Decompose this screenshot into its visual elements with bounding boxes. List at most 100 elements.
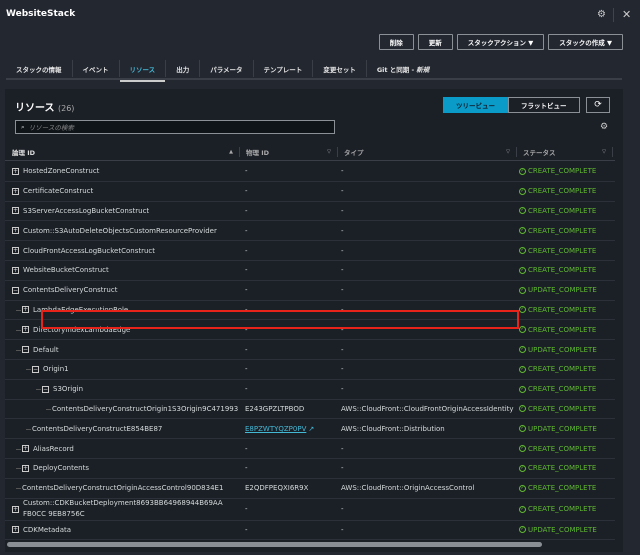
create-stack-dropdown[interactable]: スタックの作成 ▼: [548, 34, 623, 50]
update-button[interactable]: 更新: [417, 34, 453, 50]
resource-type: -: [341, 525, 344, 534]
tab-resources[interactable]: リソース: [119, 60, 167, 82]
delete-button[interactable]: 削除: [378, 34, 414, 50]
logical-id-cell: + HostedZoneConstruct: [5, 162, 240, 181]
column-status[interactable]: ステータス ▽: [517, 147, 613, 157]
tab-stack-info[interactable]: スタックの情報: [6, 60, 73, 77]
physical-id-link[interactable]: E8PZWTYQZP0PV: [245, 425, 306, 433]
type-cell: -: [338, 281, 517, 300]
table-row[interactable]: ContentsDeliveryConstructE854BE87 E8PZWTY…: [5, 419, 615, 440]
logical-id: S3Origin: [53, 385, 84, 394]
status-badge: CREATE_COMPLETE: [528, 444, 597, 453]
tree-view-button[interactable]: ツリービュー: [443, 97, 508, 113]
tab-parameters[interactable]: パラメータ: [200, 60, 254, 77]
physical-id: -: [245, 266, 248, 275]
column-physical-id[interactable]: 物理 ID ▽: [240, 147, 338, 157]
resource-type: -: [341, 167, 344, 176]
search-input[interactable]: ⌕ リソースの検索: [15, 120, 335, 134]
expand-icon[interactable]: +: [12, 266, 19, 274]
resource-type: -: [341, 464, 344, 473]
expand-icon[interactable]: +: [12, 505, 19, 513]
physical-id-cell: -: [240, 162, 338, 181]
status-badge: CREATE_COMPLETE: [528, 167, 597, 176]
table-row[interactable]: + WebsiteBucketConstruct - - ✓ CREATE_COMPLET…: [5, 261, 615, 281]
resource-type: -: [341, 365, 344, 374]
logical-id: ContentsDeliveryConstructOrigin1S3Origin…: [52, 404, 239, 413]
column-logical-id[interactable]: 論理 ID ▲: [5, 147, 240, 157]
physical-id-cell: -: [240, 281, 338, 300]
collapse-icon[interactable]: −: [42, 385, 49, 393]
expand-icon[interactable]: +: [22, 326, 29, 334]
expand-icon[interactable]: +: [12, 247, 19, 255]
logical-id-cell: ContentsDeliveryConstructOriginAccessCon…: [5, 479, 240, 498]
collapse-icon[interactable]: −: [12, 286, 19, 294]
external-link-icon[interactable]: ↗: [308, 425, 314, 433]
table-row[interactable]: − Origin1- - ✓ CREATE_COMPLETE: [5, 360, 615, 380]
table-row[interactable]: + S3ServerAccessLogBucketConstruct - - ✓ CREA…: [5, 202, 615, 222]
physical-id-cell: -: [240, 380, 338, 399]
table-row[interactable]: + HostedZoneConstruct - - ✓ CREATE_COMPLETE: [5, 162, 615, 182]
table-row[interactable]: + CDKMetadata - - ✓ UPDATE_COMPLETE: [5, 521, 615, 541]
table-row[interactable]: − ContentsDeliveryConstruct - - ✓ UPDATE_COMP…: [5, 281, 615, 301]
preferences-gear-icon[interactable]: ⚙: [600, 122, 608, 132]
table-row[interactable]: + CloudFrontAccessLogBucketConstruct - - ✓ CR…: [5, 241, 615, 261]
table-row[interactable]: − Default - - ✓ UPDATE_COMPLETE: [5, 340, 615, 360]
status-badge: UPDATE_COMPLETE: [528, 424, 597, 433]
type-cell: -: [338, 340, 517, 359]
type-cell: -: [338, 261, 517, 280]
status-cell: ✓ UPDATE_COMPLETE: [517, 340, 613, 359]
physical-id: -: [245, 226, 248, 235]
tab-template[interactable]: テンプレート: [254, 60, 314, 77]
column-type[interactable]: タイプ ▽: [338, 147, 517, 157]
check-circle-icon: ✓: [519, 207, 526, 215]
table-row[interactable]: − S3Origin - - ✓ CREATE_COMPLETE: [5, 380, 615, 400]
table-row[interactable]: + CertificateConstruct - - ✓ CREATE_COMPLETE: [5, 182, 615, 202]
logical-id-cell: − Default: [5, 340, 240, 359]
resource-count: (26): [57, 104, 75, 113]
tab-events[interactable]: イベント: [73, 60, 120, 77]
expand-icon[interactable]: +: [22, 445, 29, 453]
table-row[interactable]: + Custom::S3AutoDeleteObjectsCustomResour…: [5, 221, 615, 242]
stack-actions-dropdown[interactable]: スタックアクション ▼: [456, 34, 545, 50]
horizontal-scrollbar[interactable]: [7, 542, 542, 547]
check-circle-icon: ✓: [519, 445, 526, 453]
table-row[interactable]: + AliasRecord - - ✓ CREATE_COMPLETE: [5, 439, 615, 459]
expand-icon[interactable]: +: [12, 167, 19, 175]
flat-view-button[interactable]: フラットビュー: [508, 97, 580, 113]
expand-icon[interactable]: +: [12, 187, 19, 195]
physical-id: -: [245, 365, 248, 374]
physical-id-cell: -: [240, 221, 338, 240]
table-row[interactable]: + Custom::CDKBucketDeployment8693BB649689…: [5, 499, 615, 521]
table-row[interactable]: ContentsDeliveryConstructOriginAccessCon…: [5, 479, 615, 499]
logical-id-cell: + Custom::CDKBucketDeployment8693BB649689…: [5, 499, 240, 520]
expand-icon[interactable]: +: [22, 306, 29, 314]
tree-connector: [16, 488, 21, 490]
table-row[interactable]: ContentsDeliveryConstructOrigin1S3Origin…: [5, 400, 615, 420]
close-icon[interactable]: ✕: [622, 8, 631, 21]
refresh-icon[interactable]: ⟳: [586, 97, 610, 113]
expand-icon[interactable]: +: [12, 207, 19, 215]
tree-connector: [16, 329, 21, 331]
resource-type: -: [341, 187, 344, 196]
collapse-icon[interactable]: −: [22, 346, 29, 354]
tab-change-sets[interactable]: 変更セット: [313, 60, 367, 77]
expand-icon[interactable]: +: [12, 526, 19, 534]
physical-id: E2QDFPEQXI6R9X: [245, 484, 309, 493]
table-row[interactable]: + DeployContents - - ✓ CREATE_COMPLETE: [5, 459, 615, 479]
expand-icon[interactable]: +: [22, 464, 29, 472]
tree-connector: [16, 468, 21, 470]
settings-gear-icon[interactable]: ⚙: [597, 9, 606, 20]
resource-type: AWS::CloudFront::CloudFrontOriginAccessI…: [341, 404, 514, 413]
panel-title: リソース (26): [15, 99, 74, 114]
resource-type: -: [341, 266, 344, 275]
check-circle-icon: ✓: [519, 526, 526, 534]
expand-icon[interactable]: +: [12, 227, 19, 235]
tab-outputs[interactable]: 出力: [166, 60, 201, 77]
check-circle-icon: ✓: [519, 505, 526, 513]
resource-type: -: [341, 246, 344, 255]
physical-id: -: [245, 167, 248, 176]
collapse-icon[interactable]: −: [32, 365, 39, 373]
logical-id: S3ServerAccessLogBucketConstruct: [23, 206, 150, 215]
tab-git-sync[interactable]: Git と同期 - 新規: [367, 60, 439, 77]
resource-type: -: [341, 444, 344, 453]
